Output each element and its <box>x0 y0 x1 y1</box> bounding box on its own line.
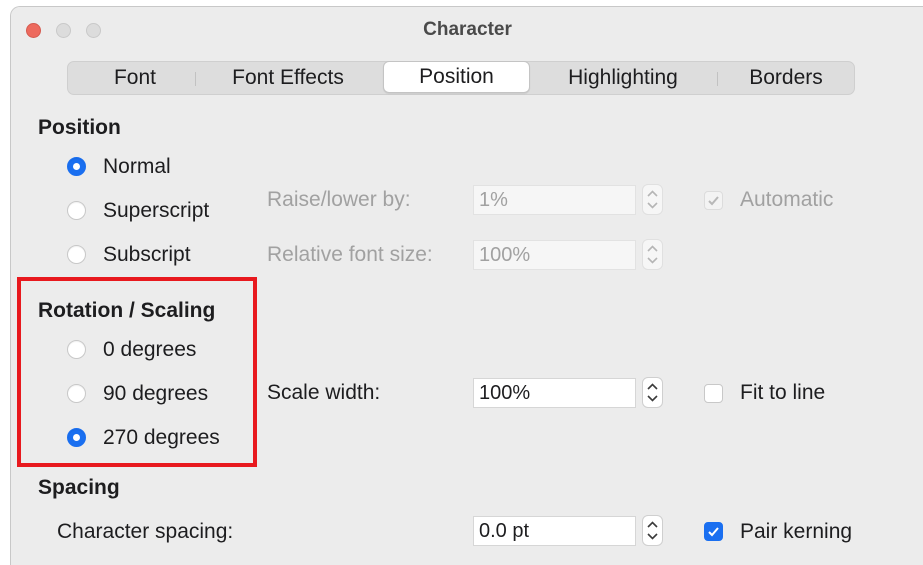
relative-font-size-stepper[interactable] <box>642 239 663 270</box>
superscript-label: Superscript <box>103 199 210 222</box>
pair-kerning-label: Pair kerning <box>740 520 853 543</box>
checkmark-icon <box>708 527 719 537</box>
character-spacing-input[interactable]: 0.0 pt <box>473 516 636 546</box>
scale-width-label: Scale width: <box>267 381 381 404</box>
window-title: Character <box>423 19 512 40</box>
normal-label: Normal <box>103 155 171 178</box>
highlight-annotation-box <box>17 277 257 467</box>
stepper-arrows-icon <box>647 383 658 402</box>
automatic-checkbox[interactable] <box>704 191 723 210</box>
scale-width-stepper[interactable] <box>642 377 663 408</box>
tab-position[interactable]: Position <box>383 61 530 93</box>
subscript-radio[interactable] <box>67 245 86 264</box>
raise-lower-label: Raise/lower by: <box>267 188 411 211</box>
scale-width-input[interactable]: 100% <box>473 378 636 408</box>
automatic-label: Automatic <box>740 188 834 211</box>
raise-lower-stepper[interactable] <box>642 184 663 215</box>
stepper-arrows-icon <box>647 245 658 264</box>
stepper-arrows-icon <box>647 190 658 209</box>
pair-kerning-checkbox[interactable] <box>704 522 723 541</box>
title-bar: Character <box>11 7 923 53</box>
character-spacing-stepper[interactable] <box>642 515 663 546</box>
tab-bar: Font Font Effects Position Highlighting … <box>67 61 855 95</box>
tab-separator <box>195 72 196 86</box>
relative-font-size-input[interactable]: 100% <box>473 240 636 270</box>
character-spacing-label: Character spacing: <box>57 520 234 543</box>
stepper-arrows-icon <box>647 521 658 540</box>
tab-font-effects[interactable]: Font Effects <box>202 62 374 94</box>
spacing-section-title: Spacing <box>38 476 120 499</box>
subscript-label: Subscript <box>103 243 191 266</box>
relative-font-size-label: Relative font size: <box>267 243 433 266</box>
tab-highlighting[interactable]: Highlighting <box>535 62 711 94</box>
fit-to-line-checkbox[interactable] <box>704 384 723 403</box>
normal-radio[interactable] <box>67 157 86 176</box>
checkmark-icon <box>708 196 719 206</box>
superscript-radio[interactable] <box>67 201 86 220</box>
tab-borders[interactable]: Borders <box>718 62 854 94</box>
raise-lower-input[interactable]: 1% <box>473 185 636 215</box>
fit-to-line-label: Fit to line <box>740 381 826 404</box>
position-section-title: Position <box>38 116 121 139</box>
tab-font[interactable]: Font <box>68 62 202 94</box>
